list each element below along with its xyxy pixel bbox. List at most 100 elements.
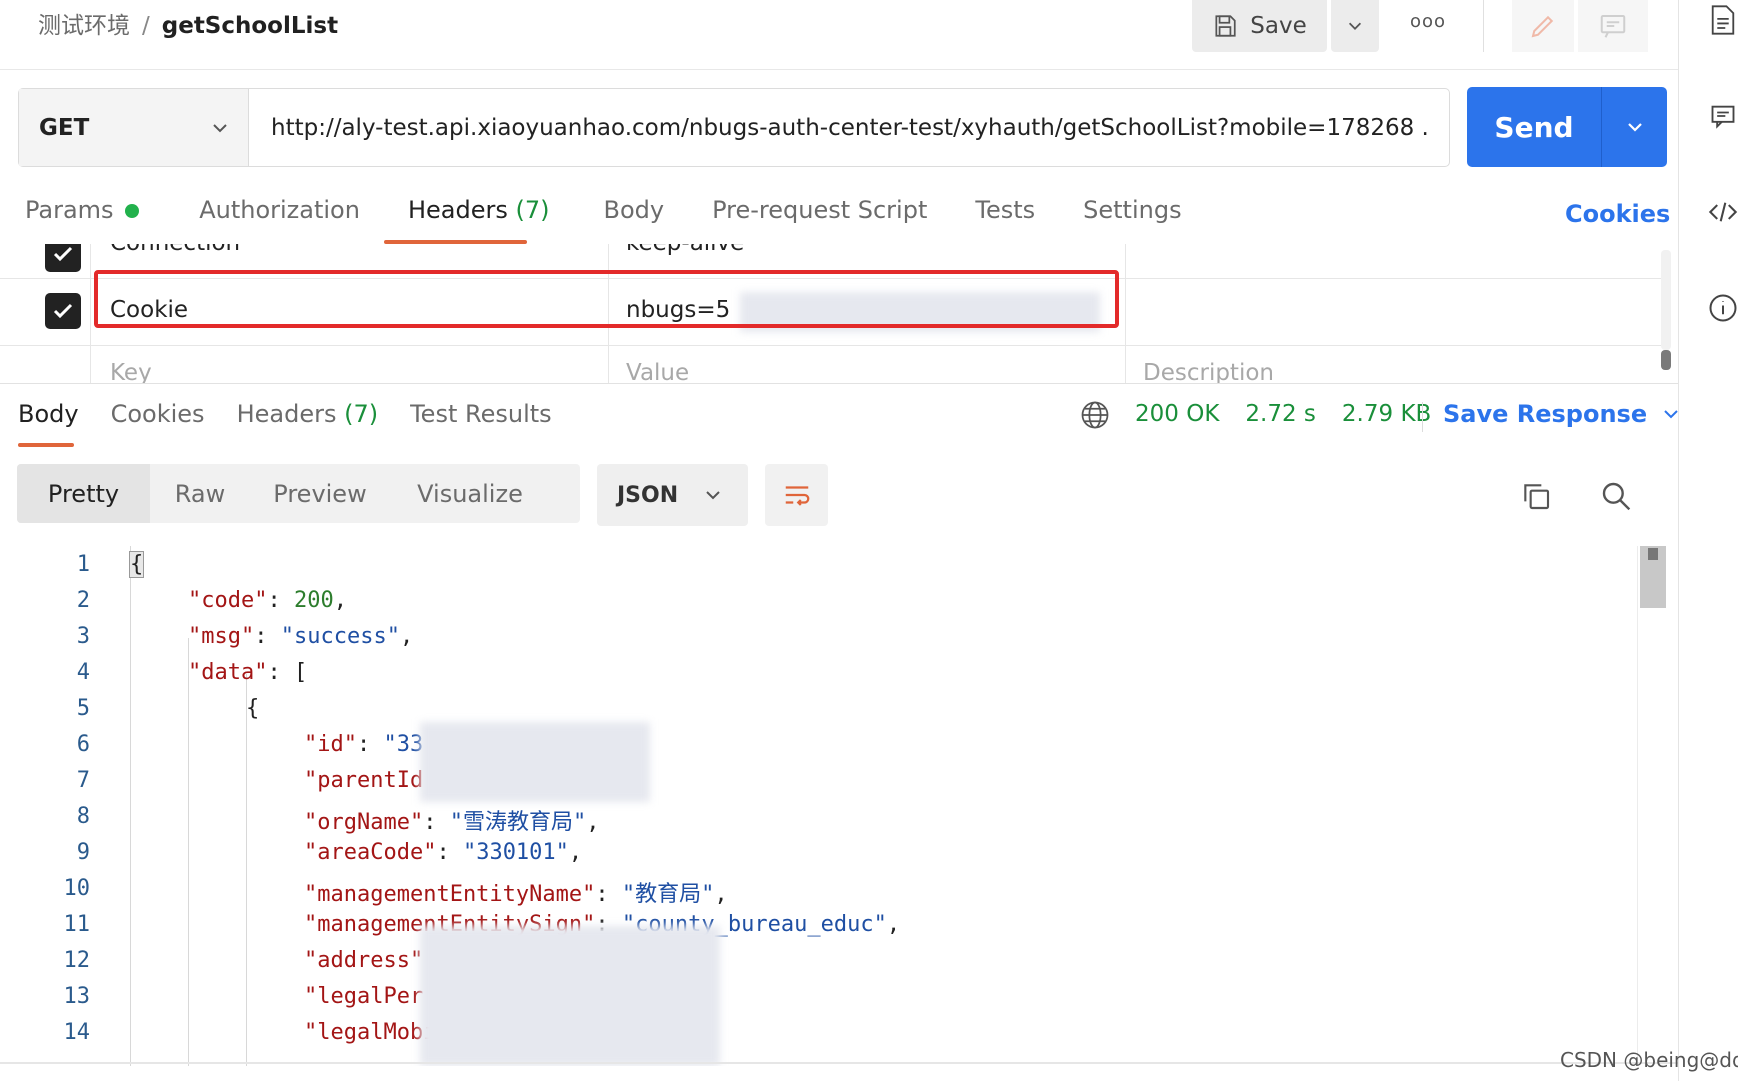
save-label: Save (1250, 13, 1306, 39)
tab-settings[interactable]: Settings (1083, 196, 1181, 236)
response-time[interactable]: 2.72 s (1245, 401, 1316, 427)
code-line: "managementEntityName": "教育局", (304, 876, 728, 908)
response-tab-headers[interactable]: Headers (7) (237, 400, 379, 428)
edit-button[interactable] (1512, 0, 1574, 52)
save-button[interactable]: Save (1192, 0, 1327, 52)
info-icon[interactable] (1707, 292, 1738, 324)
new-header-description-input[interactable]: Description (1143, 360, 1274, 384)
code-brace: { (130, 552, 143, 577)
method-select[interactable]: GET (19, 89, 249, 166)
send-button[interactable]: Send (1467, 87, 1667, 167)
line-number: 5 (30, 696, 90, 721)
editor-scroll-marker (1648, 548, 1658, 560)
globe-icon[interactable] (1080, 400, 1110, 430)
code-line: "orgName": "雪涛教育局", (304, 804, 599, 836)
header-value[interactable]: keep-alive (626, 244, 744, 256)
line-number: 2 (30, 588, 90, 613)
editor-scrollbar[interactable] (1637, 546, 1665, 1066)
code-line: "code": 200, (188, 588, 347, 613)
url-input[interactable]: http://aly-test.api.xiaoyuanhao.com/nbug… (271, 89, 1431, 166)
new-header-key-input[interactable]: Key (110, 360, 152, 384)
tab-authorization[interactable]: Authorization (199, 196, 360, 236)
postman-window: 测试环境 / getSchoolList Save ooo GET (0, 0, 1738, 1081)
method-label: GET (39, 115, 89, 141)
response-body-editor[interactable]: 1 2 3 4 5 6 7 8 9 10 11 12 13 14 { "code… (0, 546, 1640, 1066)
json-key: "areaCode" (304, 840, 436, 865)
save-response-button[interactable]: Save Response (1443, 400, 1681, 428)
save-response-label: Save Response (1443, 400, 1647, 428)
copy-icon[interactable] (1520, 480, 1552, 512)
save-dropdown-button[interactable] (1331, 0, 1379, 52)
response-size[interactable]: 2.79 KB (1342, 401, 1431, 427)
line-number: 1 (30, 552, 90, 577)
json-key: "code" (188, 588, 267, 613)
redacted-region (420, 722, 650, 802)
json-key: "msg" (188, 624, 254, 649)
json-key: "orgName" (304, 810, 423, 835)
tab-body[interactable]: Body (603, 196, 664, 236)
view-visualize[interactable]: Visualize (390, 464, 550, 523)
breadcrumb-environment[interactable]: 测试环境 (38, 13, 130, 39)
code-snippet-icon[interactable] (1707, 196, 1738, 228)
response-tab-cookies[interactable]: Cookies (111, 400, 205, 428)
code-line: "msg": "success", (188, 624, 413, 649)
view-raw[interactable]: Raw (150, 464, 250, 523)
headers-scrollbar-thumb[interactable] (1661, 350, 1671, 370)
view-preview[interactable]: Preview (250, 464, 390, 523)
comments-icon[interactable] (1707, 100, 1738, 132)
tab-tests[interactable]: Tests (975, 196, 1035, 236)
tab-headers[interactable]: Headers (7) (408, 196, 550, 236)
json-key: "managementEntityName" (304, 882, 595, 907)
tab-prerequest-script[interactable]: Pre-request Script (712, 196, 927, 236)
format-select[interactable]: JSON (597, 464, 748, 526)
view-mode-selector: Pretty Raw Preview Visualize (17, 464, 580, 523)
row-divider (0, 345, 1665, 346)
watermark: CSDN @being@dd (1560, 1048, 1738, 1072)
highlight-box (94, 270, 1119, 328)
indent-guide (188, 638, 189, 1066)
code-line: "legalPer (304, 984, 423, 1009)
header-row-checkbox[interactable] (45, 293, 81, 329)
response-tab-body[interactable]: Body (18, 400, 79, 428)
pencil-icon (1528, 11, 1558, 41)
response-tab-test-results[interactable]: Test Results (410, 400, 552, 428)
params-dot-icon (125, 204, 139, 218)
code-line: "id": "33 (304, 732, 423, 757)
send-label: Send (1467, 111, 1601, 144)
chevron-down-icon (1346, 17, 1364, 35)
line-number: 12 (30, 948, 90, 973)
tab-params[interactable]: Params (25, 196, 139, 236)
response-tab-headers-label: Headers (237, 400, 337, 428)
right-sidebar (1678, 0, 1738, 1081)
code-line: "areaCode": "330101", (304, 840, 582, 865)
json-key: "legalPer (304, 984, 423, 1009)
header-divider (0, 69, 1678, 70)
save-icon (1212, 13, 1238, 39)
indent-guide (130, 546, 131, 1066)
comments-button[interactable] (1578, 0, 1648, 52)
json-bracket: [ (294, 660, 307, 685)
header-row-checkbox[interactable] (45, 244, 81, 272)
cookies-link[interactable]: Cookies (1565, 200, 1670, 228)
tab-params-label: Params (25, 196, 114, 224)
breadcrumb-separator: / (142, 13, 150, 39)
breadcrumb: 测试环境 / getSchoolList (38, 6, 338, 40)
code-line: "data": [ (188, 660, 307, 685)
headers-scrollbar[interactable] (1661, 250, 1671, 350)
tab-headers-count: (7) (515, 196, 549, 224)
documentation-icon[interactable] (1707, 4, 1738, 36)
more-actions-button[interactable]: ooo (1400, 0, 1456, 42)
request-name[interactable]: getSchoolList (162, 13, 338, 39)
response-tabs: Body Cookies Headers (7) Test Results (18, 400, 552, 428)
json-key: "id" (304, 732, 357, 757)
new-header-value-input[interactable]: Value (626, 360, 689, 384)
status-code[interactable]: 200 OK (1135, 401, 1219, 427)
chevron-down-icon (703, 485, 723, 505)
wrap-lines-button[interactable] (765, 464, 828, 526)
send-dropdown[interactable] (1602, 117, 1667, 137)
header-key[interactable]: Connection (110, 244, 240, 256)
view-pretty[interactable]: Pretty (17, 464, 150, 523)
json-string: "330101" (463, 840, 569, 865)
search-icon[interactable] (1600, 480, 1632, 512)
code-line: "address" (304, 948, 423, 973)
